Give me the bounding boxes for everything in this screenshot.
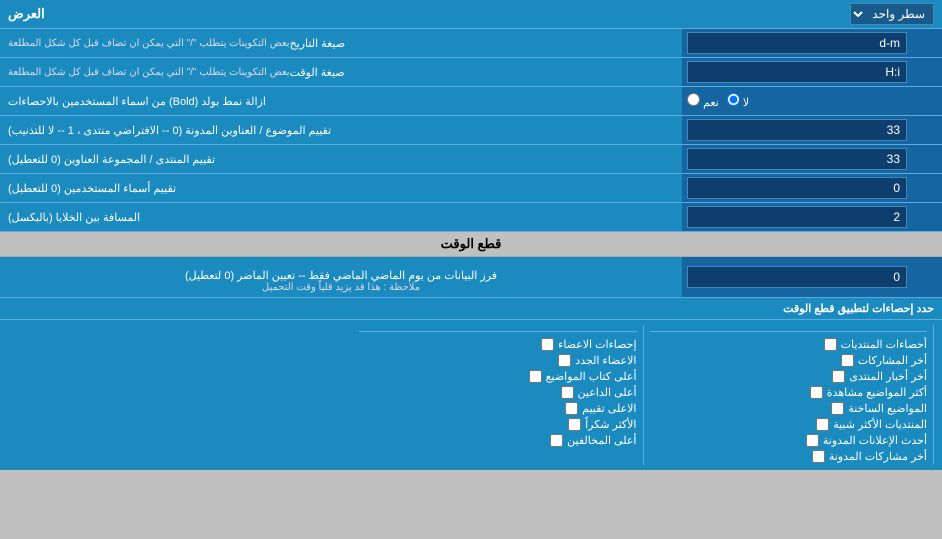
bold-radio-group: لا نعم [687,93,749,109]
bold-remove-label: ازالة نمط بولد (Bold) من اسماء المستخدمي… [0,87,682,115]
checkbox-0-7[interactable] [812,450,825,463]
checkbox-0-1[interactable] [841,354,854,367]
date-format-label: صيغة التاريخ بعض التكوينات يتطلب "/" الت… [0,29,682,57]
checkbox-col-forums: أحصاءات المنتديات أخر المشاركات أخر أخبا… [644,325,935,465]
checkbox-col-empty [8,325,353,465]
checkbox-0-0[interactable] [824,338,837,351]
checkbox-0-4[interactable] [831,402,844,415]
subject-title-input[interactable] [687,119,907,141]
checkbox-item-0-3: أكثر المواضيع مشاهدة [650,386,928,399]
checkbox-1-5[interactable] [568,418,581,431]
checkbox-item-1-1: الاعضاء الجدد [359,354,637,367]
row-cutoff: فرز البيانات من يوم الماضي الماضي فقط --… [0,257,942,298]
cell-spacing-label: المسافة بين الخلايا (بالبكسل) [0,203,682,231]
checkbox-0-2[interactable] [832,370,845,383]
checkbox-item-0-7: أخر مشاركات المدونة [650,450,928,463]
checkbox-item-1-4: الاعلى تقييم [359,402,637,415]
checkbox-1-4[interactable] [565,402,578,415]
bold-remove-input-container: لا نعم [682,87,942,115]
col-members-header [359,327,637,332]
checkbox-item-1-0: إحصاءات الاعضاء [359,338,637,351]
checkbox-columns: أحصاءات المنتديات أخر المشاركات أخر أخبا… [8,325,934,465]
display-dropdown[interactable]: سطر واحد سطرين ثلاثة أسطر [850,3,934,25]
forum-group-input[interactable] [687,148,907,170]
cutoff-input-container [682,257,942,297]
checkbox-col-members: إحصاءات الاعضاء الاعضاء الجدد أعلى كتاب … [353,325,644,465]
time-format-label: صيغة الوقت بعض التكوينات يتطلب "/" التي … [0,58,682,86]
checkbox-item-0-2: أخر أخبار المنتدى [650,370,928,383]
forum-group-input-container [682,145,942,173]
radio-no-label: لا [727,93,749,109]
checkbox-item-0-6: أحدث الإعلانات المدونة [650,434,928,447]
checkbox-item-1-6: أعلى المخالفين [359,434,637,447]
top-header-row: سطر واحد سطرين ثلاثة أسطر العرض [0,0,942,29]
checkbox-0-5[interactable] [816,418,829,431]
checkbox-section: أحصاءات المنتديات أخر المشاركات أخر أخبا… [0,320,942,470]
checkbox-item-0-0: أحصاءات المنتديات [650,338,928,351]
checkbox-item-0-5: المنتديات الأكثر شبية [650,418,928,431]
checkbox-item-1-5: الأكثر شكراً [359,418,637,431]
date-format-input-container [682,29,942,57]
row-usernames: تقييم أسماء المستخدمين (0 للتعطيل) [0,174,942,203]
radio-yes[interactable] [687,93,700,106]
row-bold-remove: لا نعم ازالة نمط بولد (Bold) من اسماء ال… [0,87,942,116]
checkbox-1-1[interactable] [558,354,571,367]
usernames-input-container [682,174,942,202]
checkbox-1-6[interactable] [550,434,563,447]
cutoff-label: فرز البيانات من يوم الماضي الماضي فقط --… [0,257,682,297]
checkbox-item-0-4: المواضيع الساخنة [650,402,928,415]
row-date-format: صيغة التاريخ بعض التكوينات يتطلب "/" الت… [0,29,942,58]
checkbox-1-0[interactable] [541,338,554,351]
date-format-input[interactable] [687,32,907,54]
checkbox-1-3[interactable] [561,386,574,399]
usernames-label: تقييم أسماء المستخدمين (0 للتعطيل) [0,174,682,202]
cell-spacing-input-container [682,203,942,231]
checkbox-0-6[interactable] [806,434,819,447]
time-format-input-container [682,58,942,86]
row-cell-spacing: المسافة بين الخلايا (بالبكسل) [0,203,942,232]
checkbox-1-2[interactable] [529,370,542,383]
time-format-input[interactable] [687,61,907,83]
top-label: سطر واحد سطرين ثلاثة أسطر [850,3,934,25]
section-cutoff-header: قطع الوقت [0,232,942,257]
forum-group-label: تقييم المنتدى / المجموعة العناوين (0 للت… [0,145,682,173]
usernames-input[interactable] [687,177,907,199]
cutoff-input[interactable] [687,266,907,288]
row-subject-title: تقييم الموضوع / العناوين المدونة (0 -- ا… [0,116,942,145]
subject-title-input-container [682,116,942,144]
section-title-display: العرض [8,6,45,22]
checkbox-0-3[interactable] [810,386,823,399]
checkbox-item-0-1: أخر المشاركات [650,354,928,367]
checkbox-item-1-2: أعلى كتاب المواضيع [359,370,637,383]
col-forums-header [650,327,928,332]
radio-no[interactable] [727,93,740,106]
row-forum-group: تقييم المنتدى / المجموعة العناوين (0 للت… [0,145,942,174]
radio-yes-label: نعم [687,93,719,109]
main-container: سطر واحد سطرين ثلاثة أسطر العرض صيغة الت… [0,0,942,470]
row-time-format: صيغة الوقت بعض التكوينات يتطلب "/" التي … [0,58,942,87]
subject-title-label: تقييم الموضوع / العناوين المدونة (0 -- ا… [0,116,682,144]
cell-spacing-input[interactable] [687,206,907,228]
checkbox-item-1-3: أعلى الداعين [359,386,637,399]
limit-section-label: حدد إحصاءات لتطبيق قطع الوقت [0,298,942,320]
